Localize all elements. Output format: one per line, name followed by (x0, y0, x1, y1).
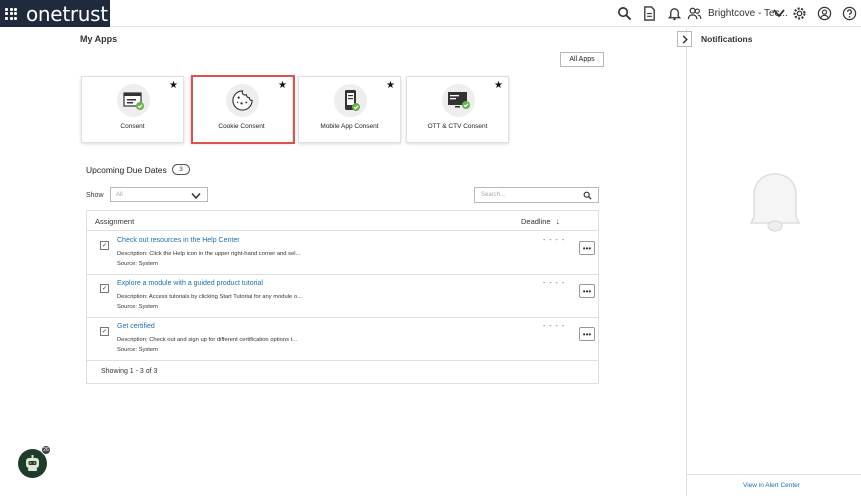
task-title-link[interactable]: Get certified (117, 323, 155, 330)
task-description: Description: Click the Help icon in the … (117, 251, 301, 257)
consent-app-icon (123, 92, 144, 110)
assignments-table: Assignment Deadline ↓ ✓ Check out resour… (86, 210, 599, 384)
sort-arrow-down-icon[interactable]: ↓ (556, 217, 560, 226)
assistant-badge: 26 (41, 445, 51, 455)
chevron-down-icon (191, 193, 201, 200)
search-input[interactable]: Search... (474, 187, 599, 203)
mobile-app-icon (345, 90, 360, 111)
show-label: Show (86, 192, 104, 199)
task-description: Description: Check out and sign up for d… (117, 337, 298, 343)
task-deadline: - - - - (543, 237, 566, 244)
table-row: ✓ Explore a module with a guided product… (87, 275, 598, 318)
gear-icon[interactable] (792, 6, 807, 21)
robot-icon (26, 455, 39, 471)
table-row: ✓ Check out resources in the Help Center… (87, 232, 598, 275)
app-icon-circle (334, 84, 367, 117)
task-source: Source: System (117, 304, 158, 310)
task-checkbox[interactable]: ✓ (100, 241, 109, 250)
brand-logo[interactable]: onetrust (26, 2, 108, 26)
all-apps-button[interactable]: All Apps (560, 52, 604, 67)
task-source: Source: System (117, 347, 158, 353)
chevron-right-icon (682, 34, 688, 44)
bell-icon[interactable] (667, 6, 682, 21)
task-title-link[interactable]: Explore a module with a guided product t… (117, 280, 263, 287)
search-icon[interactable] (583, 191, 592, 200)
favorite-star-icon[interactable]: ★ (169, 80, 178, 91)
app-card-ott-ctv-consent[interactable]: ★ OTT & CTV Consent (406, 76, 509, 143)
upcoming-due-dates-title: Upcoming Due Dates (86, 165, 167, 175)
app-label: Mobile App Consent (320, 123, 379, 130)
row-actions-button[interactable]: ••• (579, 327, 595, 341)
task-deadline: - - - - (543, 280, 566, 287)
favorite-star-icon[interactable]: ★ (386, 80, 395, 91)
user-circle-icon[interactable] (817, 6, 832, 21)
task-checkbox[interactable]: ✓ (100, 284, 109, 293)
users-icon[interactable] (687, 6, 702, 21)
app-icon-circle (117, 84, 150, 117)
row-actions-button[interactable]: ••• (579, 284, 595, 298)
notifications-footer: View in Alert Center (687, 474, 861, 496)
app-label: Consent (120, 123, 145, 130)
main-content: My Apps All Apps ★ Consent ★ Cookie Cons… (0, 28, 686, 496)
logo-block: onetrust (0, 0, 110, 27)
document-icon[interactable] (642, 6, 657, 21)
show-filter-value: All (116, 191, 123, 198)
table-row: ✓ Get certified Description: Check out a… (87, 318, 598, 361)
notifications-title: Notifications (701, 34, 753, 44)
search-placeholder: Search... (481, 192, 506, 198)
task-title-link[interactable]: Check out resources in the Help Center (117, 237, 240, 244)
due-count-badge: 3 (172, 164, 190, 175)
help-icon[interactable] (842, 6, 857, 21)
task-description: Description: Access tutorials by clickin… (117, 294, 302, 300)
pagination-summary: Showing 1 - 3 of 3 (101, 368, 158, 375)
task-source: Source: System (117, 261, 158, 267)
app-card-mobile-app-consent[interactable]: ★ Mobile App Consent (298, 76, 401, 143)
row-actions-button[interactable]: ••• (579, 241, 595, 255)
column-header-deadline[interactable]: Deadline ↓ (521, 217, 560, 226)
task-deadline: - - - - (543, 323, 566, 330)
notifications-panel: Notifications View in Alert Center (677, 28, 861, 496)
column-header-assignment[interactable]: Assignment (95, 217, 134, 226)
my-apps-title: My Apps (80, 34, 118, 44)
task-checkbox[interactable]: ✓ (100, 327, 109, 336)
app-icon-circle (442, 84, 475, 117)
favorite-star-icon[interactable]: ★ (494, 80, 503, 91)
collapse-panel-button[interactable] (677, 31, 692, 47)
empty-bell-icon (749, 173, 801, 232)
view-in-alert-center-link[interactable]: View in Alert Center (743, 482, 800, 489)
app-launcher-icon[interactable] (5, 7, 17, 20)
app-card-consent[interactable]: ★ Consent (81, 76, 184, 143)
show-filter-select[interactable]: All (110, 187, 208, 202)
search-icon[interactable] (617, 6, 632, 21)
selection-highlight (191, 75, 295, 144)
table-header: Assignment Deadline ↓ (87, 211, 598, 231)
deadline-label: Deadline (521, 217, 551, 226)
chevron-down-icon[interactable] (773, 8, 785, 18)
top-navigation-bar: onetrust Brightcove - Tec... (0, 0, 861, 27)
assistant-launcher-button[interactable]: 26 (18, 445, 51, 478)
tv-icon (448, 92, 470, 109)
app-label: OTT & CTV Consent (427, 123, 488, 130)
